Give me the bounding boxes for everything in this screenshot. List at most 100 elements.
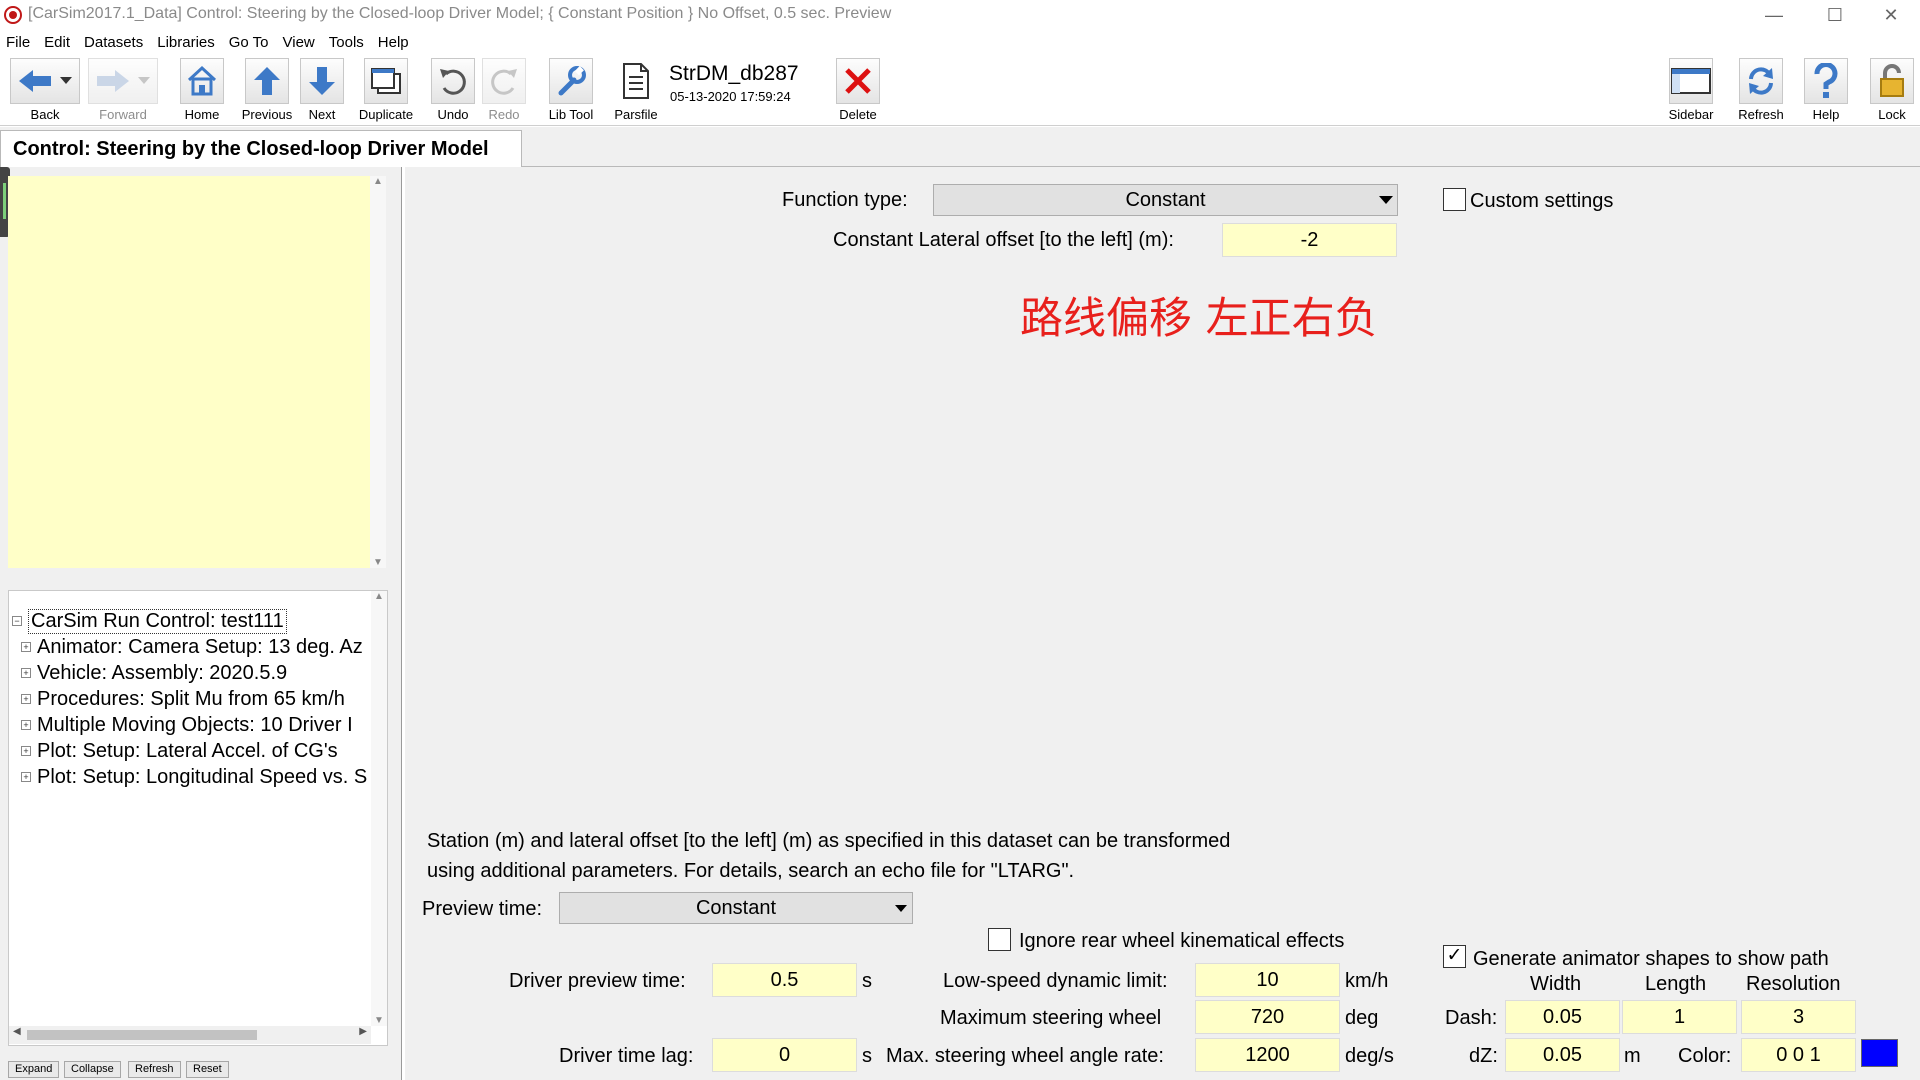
delete-button[interactable]: Delete bbox=[832, 58, 884, 122]
width-header: Width bbox=[1530, 973, 1582, 995]
toolbar: Back Forward Home Previous Next Duplicat… bbox=[0, 54, 1920, 126]
tree-vertical-scrollbar[interactable]: ▲ ▼ bbox=[371, 591, 387, 1026]
max-steering-label: Maximum steering wheel bbox=[940, 1007, 1162, 1029]
tree-refresh-button[interactable]: Refresh bbox=[128, 1061, 181, 1078]
menu-datasets[interactable]: Datasets bbox=[84, 34, 143, 51]
tree-item-label: Plot: Setup: Longitudinal Speed vs. S bbox=[37, 765, 368, 788]
sidebar-label: Sidebar bbox=[1668, 107, 1714, 122]
forward-label: Forward bbox=[99, 107, 147, 122]
previous-button[interactable]: Previous bbox=[241, 58, 293, 122]
scroll-down-icon[interactable]: ▼ bbox=[370, 557, 386, 568]
lock-button[interactable]: Lock bbox=[1866, 58, 1918, 122]
home-label: Home bbox=[184, 107, 220, 122]
home-icon bbox=[180, 58, 224, 104]
forward-button[interactable]: Forward bbox=[88, 58, 158, 122]
menu-tools[interactable]: Tools bbox=[329, 34, 364, 51]
collapse-icon[interactable]: − bbox=[12, 616, 22, 626]
notes-area[interactable] bbox=[8, 176, 371, 568]
back-button[interactable]: Back bbox=[10, 58, 80, 122]
notes-scrollbar[interactable]: ▲ ▼ bbox=[370, 176, 386, 568]
sidebar-icon bbox=[1669, 58, 1713, 104]
scrollbar-thumb[interactable] bbox=[27, 1030, 257, 1040]
menu-go-to[interactable]: Go To bbox=[229, 34, 269, 51]
refresh-icon bbox=[1739, 58, 1783, 104]
scroll-up-icon[interactable]: ▲ bbox=[370, 176, 386, 187]
scroll-up-icon[interactable]: ▲ bbox=[371, 591, 387, 602]
max-rate-label: Max. steering wheel angle rate: bbox=[886, 1045, 1164, 1067]
duplicate-button[interactable]: Duplicate bbox=[358, 58, 414, 122]
expand-icon[interactable]: + bbox=[21, 746, 31, 756]
low-speed-unit: km/h bbox=[1345, 970, 1389, 992]
expand-icon[interactable]: + bbox=[21, 668, 31, 678]
collapse-button[interactable]: Collapse bbox=[64, 1061, 121, 1078]
close-window-button[interactable]: ✕ bbox=[1862, 0, 1920, 30]
maximize-button[interactable]: ☐ bbox=[1806, 0, 1864, 30]
dz-unit: m bbox=[1624, 1045, 1641, 1067]
tree-item-label: Vehicle: Assembly: 2020.5.9 bbox=[37, 661, 288, 684]
max-steering-input[interactable]: 720 bbox=[1195, 1000, 1340, 1034]
generate-shapes-checkbox[interactable]: ✓ bbox=[1443, 945, 1466, 968]
driver-lag-input[interactable]: 0 bbox=[712, 1038, 857, 1072]
expand-icon[interactable]: + bbox=[21, 772, 31, 782]
sidebar-button[interactable]: Sidebar bbox=[1665, 58, 1717, 122]
expand-icon[interactable]: + bbox=[21, 720, 31, 730]
next-button[interactable]: Next bbox=[296, 58, 348, 122]
page-title-tab[interactable]: Control: Steering by the Closed-loop Dri… bbox=[0, 130, 522, 168]
tree-horizontal-scrollbar[interactable]: ◀ ▶ bbox=[9, 1026, 371, 1044]
color-input[interactable]: 0 0 1 bbox=[1741, 1038, 1856, 1072]
duplicate-label: Duplicate bbox=[358, 107, 414, 122]
page-tab-strip: Control: Steering by the Closed-loop Dri… bbox=[0, 127, 1920, 168]
tree-root-label: CarSim Run Control: test111 bbox=[28, 608, 287, 634]
function-type-value: Constant bbox=[1125, 189, 1206, 211]
parsfile-button[interactable]: Parsfile bbox=[610, 58, 662, 122]
dropdown-arrow-icon bbox=[890, 893, 912, 923]
expand-icon[interactable]: + bbox=[21, 642, 31, 652]
length-header: Length bbox=[1645, 973, 1707, 995]
menu-help[interactable]: Help bbox=[378, 34, 409, 51]
expand-button[interactable]: Expand bbox=[8, 1061, 60, 1078]
redo-icon bbox=[482, 58, 526, 104]
scroll-left-icon[interactable]: ◀ bbox=[13, 1026, 21, 1037]
max-rate-input[interactable]: 1200 bbox=[1195, 1038, 1340, 1072]
redo-button[interactable]: Redo bbox=[478, 58, 530, 122]
generate-shapes-label: Generate animator shapes to show path bbox=[1473, 948, 1829, 970]
dash-length-input[interactable]: 1 bbox=[1622, 1000, 1737, 1034]
delete-label: Delete bbox=[839, 107, 877, 122]
tree-item-label: Plot: Setup: Lateral Accel. of CG's bbox=[37, 739, 338, 762]
undo-icon bbox=[431, 58, 475, 104]
color-swatch-button[interactable] bbox=[1861, 1039, 1898, 1067]
dash-resolution-input[interactable]: 3 bbox=[1741, 1000, 1856, 1034]
home-button[interactable]: Home bbox=[176, 58, 228, 122]
low-speed-label: Low-speed dynamic limit: bbox=[943, 970, 1168, 992]
menu-file[interactable]: File bbox=[6, 34, 30, 51]
function-type-dropdown[interactable]: Constant bbox=[933, 184, 1398, 216]
arrow-up-icon bbox=[245, 58, 289, 104]
dataset-name: StrDM_db287 bbox=[669, 62, 799, 85]
scroll-down-icon[interactable]: ▼ bbox=[371, 1015, 387, 1026]
menu-edit[interactable]: Edit bbox=[44, 34, 70, 51]
help-button[interactable]: Help bbox=[1800, 58, 1852, 122]
scroll-right-icon[interactable]: ▶ bbox=[359, 1026, 367, 1037]
color-label: Color: bbox=[1678, 1045, 1732, 1067]
tree-item[interactable]: + Plot: Setup: Longitudinal Speed vs. S bbox=[21, 762, 367, 792]
menu-libraries[interactable]: Libraries bbox=[157, 34, 215, 51]
undo-button[interactable]: Undo bbox=[427, 58, 479, 122]
description-line-2: using additional parameters. For details… bbox=[427, 860, 1075, 882]
tree-item-label: Multiple Moving Objects: 10 Driver I bbox=[37, 713, 353, 736]
low-speed-input[interactable]: 10 bbox=[1195, 963, 1340, 997]
forward-arrow-icon bbox=[88, 58, 158, 104]
driver-lag-unit: s bbox=[862, 1045, 872, 1067]
driver-preview-input[interactable]: 0.5 bbox=[712, 963, 857, 997]
lib-tool-button[interactable]: Lib Tool bbox=[545, 58, 597, 122]
minimize-button[interactable]: — bbox=[1745, 0, 1803, 30]
preview-time-dropdown[interactable]: Constant bbox=[559, 892, 913, 924]
dz-input[interactable]: 0.05 bbox=[1505, 1038, 1620, 1072]
reset-button[interactable]: Reset bbox=[186, 1061, 229, 1078]
menu-view[interactable]: View bbox=[283, 34, 315, 51]
custom-settings-checkbox[interactable] bbox=[1443, 188, 1466, 211]
expand-icon[interactable]: + bbox=[21, 694, 31, 704]
ignore-rear-checkbox[interactable] bbox=[988, 928, 1011, 951]
dash-width-input[interactable]: 0.05 bbox=[1505, 1000, 1620, 1034]
refresh-button[interactable]: Refresh bbox=[1735, 58, 1787, 122]
lateral-offset-input[interactable]: -2 bbox=[1222, 223, 1397, 257]
